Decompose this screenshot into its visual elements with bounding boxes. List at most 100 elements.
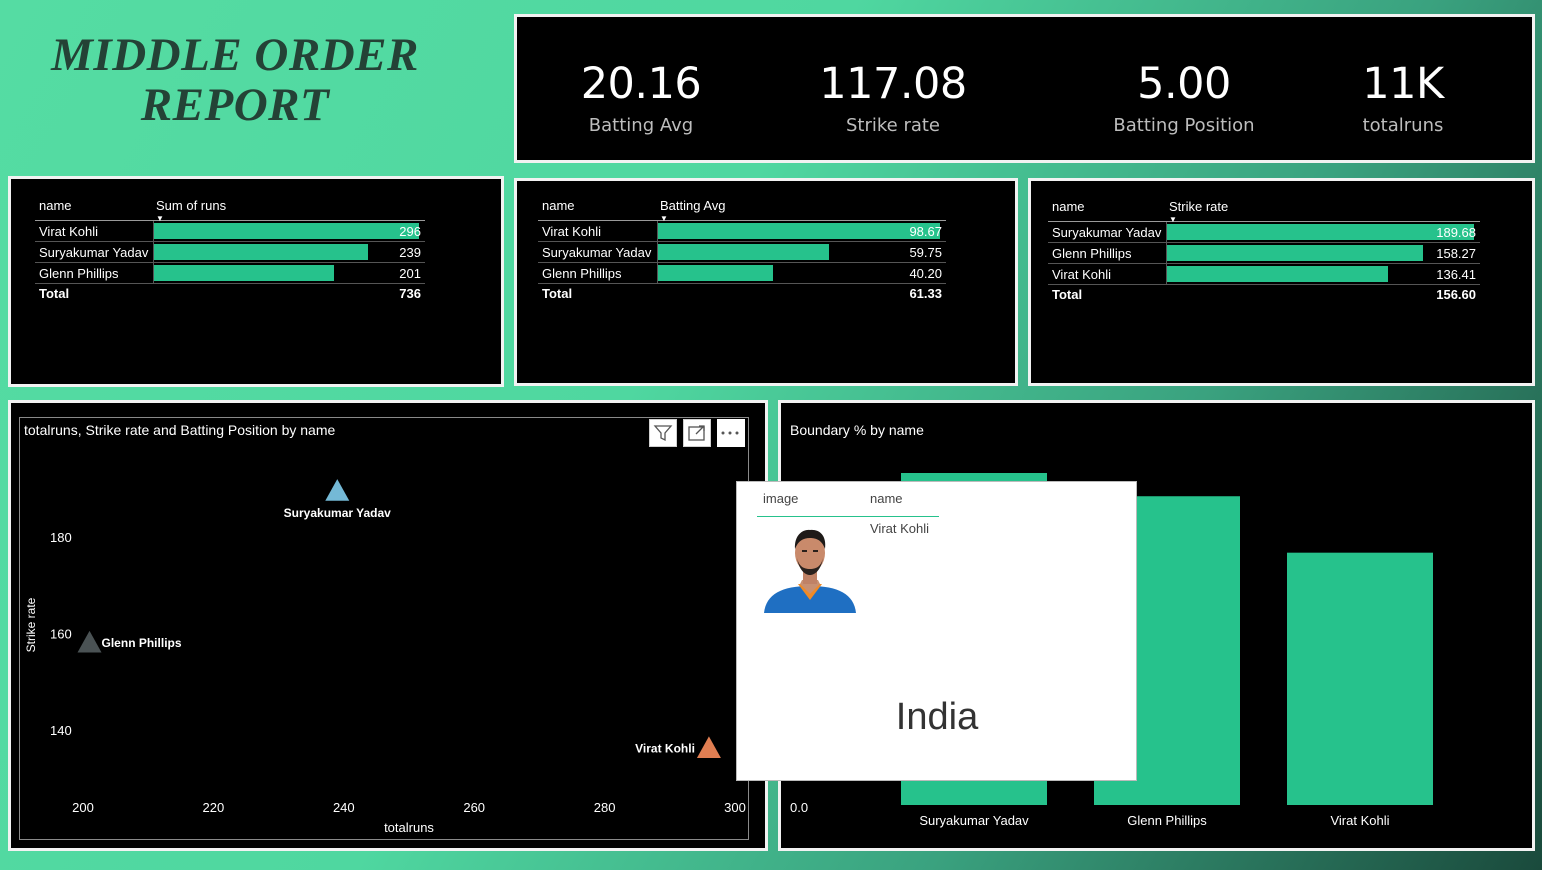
total-label: Total (39, 286, 70, 301)
kpi-panel: 20.16 Batting Avg 117.08 Strike rate 5.0… (514, 14, 1535, 163)
data-bar (154, 265, 334, 281)
data-bar-cell (154, 223, 419, 239)
scatter-panel: totalruns, Strike rate and Batting Posit… (8, 400, 768, 851)
table-rows: Suryakumar Yadav 189.68 Glenn Phillips 158.… (1048, 222, 1480, 285)
data-bar-cell (1167, 266, 1474, 282)
table-row[interactable]: Glenn Phillips 40.20 (538, 263, 946, 284)
row-name: Virat Kohli (39, 224, 99, 239)
kpi-label: Batting Position (1113, 115, 1255, 136)
kpi-value: 20.16 (580, 59, 702, 109)
total-value: 61.33 (909, 286, 942, 301)
table-total-row: Total 736 (35, 284, 425, 304)
row-value: 296 (399, 224, 421, 239)
column-header-value[interactable]: Strike rate (1169, 199, 1228, 214)
data-bar (154, 244, 368, 260)
y-axis-label: Strike rate (24, 597, 38, 652)
data-bar (1167, 266, 1388, 282)
row-value: 189.68 (1436, 225, 1476, 240)
tooltip-country: India (895, 696, 979, 738)
row-name: Glenn Phillips (1052, 246, 1132, 261)
column-header-name[interactable]: name (542, 198, 575, 213)
table-total-row: Total 61.33 (538, 284, 946, 304)
column-header-value[interactable]: Batting Avg (660, 198, 726, 213)
data-bar (658, 223, 940, 239)
x-axis-label: totalruns (384, 820, 434, 835)
y-tick-label: 140 (50, 723, 72, 738)
data-bar (658, 265, 773, 281)
x-tick-label: 240 (333, 800, 355, 815)
runs-table-panel: name Sum of runs ▼ Virat Kohli 296 Suryaku… (8, 176, 504, 387)
data-bar-cell (658, 244, 940, 260)
table-row[interactable]: Virat Kohli 98.67 (538, 221, 946, 242)
scatter-point[interactable] (696, 736, 721, 758)
kpi-batting-position: 5.00 Batting Position (1074, 59, 1294, 136)
scatter-chart[interactable]: 200 220 240 260 280 300 140 160 180 Suryakumar Y… (11, 403, 765, 848)
row-value: 98.67 (909, 224, 942, 239)
column-header-name[interactable]: name (1052, 199, 1085, 214)
kpi-label: totalruns (1362, 115, 1444, 136)
kpi-label: Batting Avg (588, 115, 694, 136)
table-rows: Virat Kohli 296 Suryakumar Yadav 239 Glenn P… (35, 221, 425, 284)
table-row[interactable]: Suryakumar Yadav 189.68 (1048, 222, 1480, 243)
y-axis-zero-label: 0.0 (790, 800, 808, 815)
report-title: MIDDLE ORDER REPORT (51, 29, 419, 131)
kpi-totalruns: 11K totalruns (1293, 59, 1513, 136)
data-bar-cell (658, 223, 940, 239)
row-name: Virat Kohli (1052, 267, 1112, 282)
scatter-point[interactable] (325, 479, 350, 501)
tooltip-card: image name Virat Kohli India (736, 481, 1137, 781)
row-value: 158.27 (1436, 246, 1476, 261)
scatter-point[interactable] (77, 630, 102, 653)
kpi-value: 5.00 (1137, 59, 1231, 109)
row-value: 239 (399, 245, 421, 260)
kpi-label: Strike rate (845, 115, 941, 136)
x-tick-label: 280 (594, 800, 616, 815)
avg-table[interactable]: name Batting Avg ▼ Virat Kohli 98.67 Surya… (538, 198, 946, 304)
x-tick-label: 220 (203, 800, 225, 815)
column-header-name[interactable]: name (39, 198, 72, 213)
table-row[interactable]: Virat Kohli 136.41 (1048, 264, 1480, 285)
category-label: Glenn Phillips (1127, 813, 1207, 828)
player-photo (762, 522, 858, 613)
y-tick-label: 160 (50, 626, 72, 641)
data-bar (154, 223, 419, 239)
kpi-value: 11K (1362, 59, 1444, 109)
runs-table[interactable]: name Sum of runs ▼ Virat Kohli 296 Suryaku… (35, 198, 425, 304)
tooltip-col-name: name (870, 491, 903, 506)
table-row[interactable]: Glenn Phillips 201 (35, 263, 425, 284)
kpi-strike-rate: 117.08 Strike rate (783, 59, 1003, 136)
total-value: 736 (399, 286, 421, 301)
x-tick-label: 200 (72, 800, 94, 815)
tooltip-col-image: image (763, 491, 799, 506)
table-row[interactable]: Suryakumar Yadav 59.75 (538, 242, 946, 263)
boundary-bar[interactable] (1287, 552, 1433, 805)
table-rows: Virat Kohli 98.67 Suryakumar Yadav 59.75 Gle… (538, 221, 946, 284)
column-header-value[interactable]: Sum of runs (156, 198, 226, 213)
row-value: 40.20 (909, 266, 942, 281)
data-bar-cell (658, 265, 940, 281)
category-label: Virat Kohli (1330, 813, 1389, 828)
table-row[interactable]: Virat Kohli 296 (35, 221, 425, 242)
row-name: Virat Kohli (542, 224, 602, 239)
total-label: Total (542, 286, 573, 301)
table-row[interactable]: Suryakumar Yadav 239 (35, 242, 425, 263)
row-name: Suryakumar Yadav (1052, 225, 1162, 240)
category-label: Suryakumar Yadav (919, 813, 1029, 828)
row-name: Suryakumar Yadav (39, 245, 149, 260)
row-name: Glenn Phillips (542, 266, 622, 281)
data-bar (1167, 224, 1474, 240)
table-row[interactable]: Glenn Phillips 158.27 (1048, 243, 1480, 264)
data-bar-cell (154, 244, 419, 260)
table-total-row: Total 156.60 (1048, 285, 1480, 305)
sr-table-panel: name Strike rate ▼ Suryakumar Yadav 189.6… (1028, 178, 1535, 386)
data-bar-cell (1167, 245, 1474, 261)
total-value: 156.60 (1436, 287, 1476, 302)
tooltip-header-divider (757, 516, 939, 517)
row-value: 136.41 (1436, 267, 1476, 282)
row-value: 59.75 (909, 245, 942, 260)
kpi-value: 117.08 (819, 59, 967, 109)
tooltip-player-name: Virat Kohli (870, 521, 930, 536)
row-value: 201 (399, 266, 421, 281)
sr-table[interactable]: name Strike rate ▼ Suryakumar Yadav 189.6… (1048, 199, 1480, 305)
point-label: Virat Kohli (635, 741, 695, 755)
